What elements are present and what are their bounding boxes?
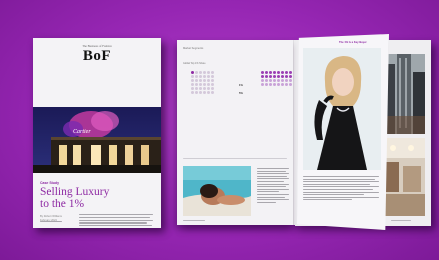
cover-title: Selling Luxury to the 1% <box>40 186 109 210</box>
cover-tag: Case Study <box>40 181 60 185</box>
pull-label: The 1% Is a Key Buyer <box>339 41 367 44</box>
pool-woman-photo <box>183 166 251 216</box>
cover-footer-text <box>40 221 62 224</box>
store-interior-photo <box>381 138 425 216</box>
curl-page-text-lines <box>303 176 379 202</box>
cartier-storefront-photo: Cartier <box>33 107 161 173</box>
page-header: Market Segments <box>183 47 204 50</box>
magazine-curled-page: The 1% Is a Key Buyer <box>297 34 389 230</box>
cover-title-line2: to the 1% <box>40 198 85 210</box>
cover-blurb-lines <box>79 214 153 228</box>
woman-portrait-photo <box>303 48 381 170</box>
stat-value-2: 5% <box>239 92 243 95</box>
dot-grid-left <box>191 71 214 94</box>
cover-title-line1: Selling Luxury <box>40 186 110 198</box>
bof-logo: BoF <box>82 48 112 64</box>
chart-heading: Global Top 1% Share <box>183 62 206 65</box>
dot-grid-right <box>261 71 292 86</box>
stat-value-1: 1% <box>239 84 243 87</box>
cover-sign-text: Cartier <box>73 129 91 135</box>
magazine-left-page: Market Segments Global Top 1% Share 1% 5… <box>177 40 293 225</box>
report-cover: The Business of Fashion BoF Cartier Case… <box>33 38 161 228</box>
left-page-text-lines <box>257 168 289 204</box>
